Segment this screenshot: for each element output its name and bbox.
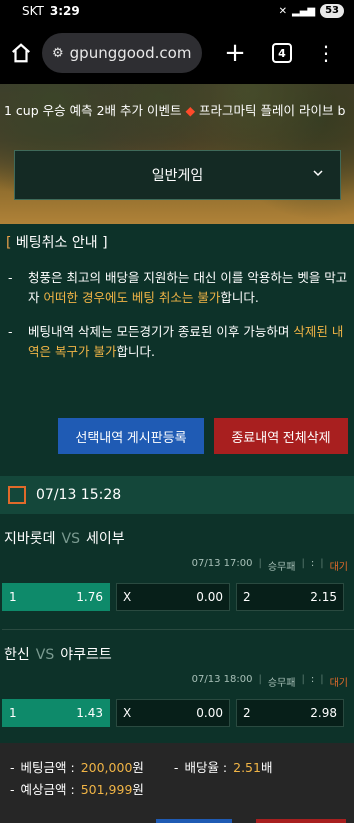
- away-team: 야쿠르트: [60, 647, 112, 663]
- bottom-red-button[interactable]: [256, 819, 346, 823]
- vs-label: VS: [61, 531, 80, 547]
- game-type-value: 일반게임: [151, 168, 204, 184]
- expected-amount: - 예상금액 : 501,999원: [10, 779, 144, 801]
- group-datetime: 07/13 15:28: [36, 487, 122, 503]
- marquee-dot-icon: ◆: [185, 103, 196, 118]
- clock: 3:29: [49, 4, 80, 18]
- notice-text-end: 합니다.: [116, 344, 155, 359]
- notice-item: - 청풍은 최고의 배당을 지원하는 대신 이를 악용하는 벳을 막고자 어떠한…: [8, 270, 348, 305]
- marquee-text: 1 cup 우승 예측 2배 추가 이벤트 ◆ 프라그마틱 플레이 라이브 b: [0, 100, 354, 119]
- away-team: 세이부: [86, 531, 125, 547]
- odds-rate-value: 2.51: [233, 760, 261, 775]
- odds-row: 1 1.76 X 0.00 2 2.15: [2, 573, 354, 611]
- odds-rate-label: 배당율 :: [184, 760, 228, 775]
- odds-away-button[interactable]: 2 2.98: [236, 699, 344, 727]
- match-teams: 한신 VS 야쿠르트: [2, 630, 354, 664]
- bet-amount-value: 200,000: [80, 760, 133, 775]
- match-meta: 07/13 18:00 | 승무패 | : | 대기: [191, 674, 348, 689]
- home-team: 한신: [4, 647, 30, 663]
- notice-item: - 베팅내역 삭제는 모든경기가 종료된 이후 가능하며 삭제된 내역은 복구가…: [8, 324, 344, 359]
- home-team: 지바롯데: [4, 531, 56, 547]
- browser-toolbar: ⚙ gpunggood.com + 4 ⋮: [0, 22, 354, 84]
- bottom-blue-button[interactable]: [156, 819, 232, 823]
- match-status: 대기: [329, 562, 348, 573]
- battery-indicator: 53: [320, 4, 344, 18]
- odds-home-button[interactable]: 1 1.43: [2, 699, 110, 727]
- new-tab-icon[interactable]: +: [220, 38, 250, 68]
- match-card: 지바롯데 VS 세이부 07/13 17:00 | 승무패 | : | 대기 1 1.76 …: [0, 514, 354, 630]
- market-type: 승무패: [267, 678, 296, 689]
- odds-rate: - 배당율 : 2.51배: [174, 757, 273, 779]
- game-type-select[interactable]: 일반게임: [14, 150, 341, 200]
- expected-amount-label: 예상금액 :: [20, 782, 75, 797]
- notice-title: [ 베팅취소 안내 ]: [6, 232, 350, 252]
- url-text: gpunggood.com: [69, 44, 192, 62]
- notice-title-text: 베팅취소 안내: [15, 235, 98, 251]
- expected-amount-value: 501,999: [80, 782, 133, 797]
- notice-text-end: 합니다.: [220, 290, 259, 305]
- odds-row: 1 1.43 X 0.00 2 2.98: [2, 689, 354, 727]
- action-buttons: 선택내역 게시판등록 종료내역 전체삭제: [0, 376, 354, 454]
- match-card: 한신 VS 야쿠르트 07/13 18:00 | 승무패 | : | 대기 1 1.43 X…: [0, 630, 354, 727]
- delete-all-button[interactable]: 종료내역 전체삭제: [214, 418, 348, 454]
- match-teams: 지바롯데 VS 세이부: [2, 514, 354, 548]
- odds-rate-unit: 배: [260, 760, 273, 775]
- market-type: 승무패: [267, 562, 296, 573]
- home-icon[interactable]: [8, 40, 34, 66]
- post-to-board-button[interactable]: 선택내역 게시판등록: [58, 418, 204, 454]
- notice-highlight: 어떠한 경우에도 베팅 취소는 불가: [43, 290, 221, 305]
- bet-summary: - 베팅금액 : 200,000원 - 배당율 : 2.51배 - 예상금액 : 50…: [0, 743, 354, 823]
- score: :: [310, 674, 315, 685]
- odds-home-button[interactable]: 1 1.76: [2, 583, 110, 611]
- expected-amount-unit: 원: [132, 782, 144, 797]
- status-bar: SKT 3:29 ✕ ▂▄▆ 53: [0, 0, 354, 22]
- bet-amount: - 베팅금액 : 200,000원: [10, 757, 144, 779]
- match-time: 07/13 17:00: [191, 558, 253, 569]
- menu-icon[interactable]: ⋮: [316, 41, 336, 65]
- address-bar[interactable]: ⚙ gpunggood.com: [42, 33, 202, 73]
- bet-group-header: 07/13 15:28: [0, 476, 354, 514]
- bracket-close: ]: [102, 235, 108, 251]
- odds-draw-button[interactable]: X 0.00: [116, 699, 230, 727]
- match-status: 대기: [329, 678, 348, 689]
- odds-away-button[interactable]: 2 2.15: [236, 583, 344, 611]
- odds-draw-button[interactable]: X 0.00: [116, 583, 230, 611]
- match-time: 07/13 18:00: [191, 674, 253, 685]
- tab-switcher-button[interactable]: 4: [272, 43, 292, 63]
- notice-text: 베팅내역 삭제는 모든경기가 종료된 이후 가능하며: [28, 324, 294, 339]
- cancel-notice: [ 베팅취소 안내 ] - 청풍은 최고의 배당을 지원하는 대신 이를 악용하…: [0, 224, 354, 362]
- match-meta: 07/13 17:00 | 승무패 | : | 대기: [191, 558, 348, 573]
- promo-banner: 1 cup 우승 예측 2배 추가 이벤트 ◆ 프라그마틱 플레이 라이브 b …: [0, 84, 354, 224]
- score: :: [310, 558, 315, 569]
- marquee-part-1: 1 cup 우승 예측 2배 추가 이벤트: [4, 103, 186, 118]
- bracket-open: [: [6, 235, 12, 251]
- site-settings-icon[interactable]: ⚙: [52, 46, 64, 61]
- carrier: SKT: [22, 4, 44, 18]
- marquee-part-2: 프라그마틱 플레이 라이브 b: [195, 103, 346, 118]
- chevron-down-icon: [312, 167, 324, 183]
- signal-icon: ▂▄▆: [292, 5, 316, 17]
- vs-label: VS: [35, 647, 55, 663]
- select-checkbox[interactable]: [8, 486, 26, 504]
- bet-amount-label: 베팅금액 :: [20, 760, 75, 775]
- bet-amount-unit: 원: [132, 760, 144, 775]
- mute-icon: ✕: [278, 5, 287, 17]
